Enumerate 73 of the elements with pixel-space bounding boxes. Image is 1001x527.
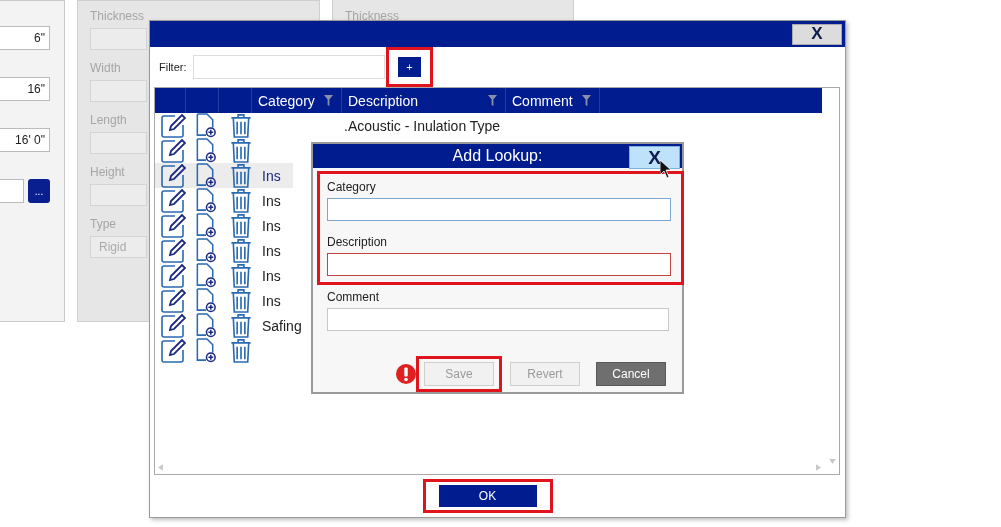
disabled-field — [90, 80, 147, 102]
table-cell: Ins — [262, 292, 281, 309]
field-label: Thickness — [90, 9, 145, 23]
trash-icon[interactable] — [228, 163, 254, 188]
field-label: Category — [327, 180, 377, 194]
edit-icon[interactable] — [160, 263, 186, 288]
trash-icon[interactable] — [228, 313, 254, 338]
table-cell: Ins — [262, 267, 281, 284]
dimension-field[interactable]: 6" — [0, 26, 50, 50]
trash-icon[interactable] — [228, 113, 254, 138]
edit-icon[interactable] — [160, 338, 186, 363]
table-row[interactable]: Ins — [155, 188, 293, 213]
trash-icon[interactable] — [228, 188, 254, 213]
trash-icon[interactable] — [228, 238, 254, 263]
table-cell: Ins — [262, 167, 281, 184]
disabled-field — [90, 184, 147, 206]
input-field[interactable] — [327, 253, 671, 276]
field-label: Description — [327, 235, 389, 249]
input-field[interactable] — [327, 308, 669, 331]
trash-icon[interactable] — [228, 263, 254, 288]
table-row[interactable]: .Acoustic - Inulation Type — [155, 113, 501, 138]
column-title: Description — [348, 92, 419, 109]
trash-icon[interactable] — [228, 213, 254, 238]
field-label: Width — [90, 61, 121, 75]
close-button[interactable]: X — [792, 23, 842, 45]
column-title: Comment — [512, 92, 573, 109]
edit-icon[interactable] — [160, 113, 186, 138]
table-cell: Ins — [262, 242, 281, 259]
dimension-field[interactable]: 16' 0" — [0, 128, 50, 152]
ok-button[interactable]: OK — [438, 485, 537, 507]
close-button[interactable]: X — [629, 146, 680, 169]
input-field[interactable] — [327, 198, 671, 221]
edit-icon[interactable] — [160, 288, 186, 313]
edit-icon[interactable] — [160, 313, 186, 338]
field-label: Type — [90, 217, 116, 231]
disabled-field — [90, 28, 147, 50]
input-field[interactable] — [0, 179, 24, 203]
table-cell: .Acoustic - Inulation Type — [344, 117, 501, 134]
disabled-field — [90, 132, 147, 154]
disabled-field: Rigid — [90, 236, 147, 258]
table-cell: Ins — [262, 217, 281, 234]
trash-icon[interactable] — [228, 338, 254, 363]
filter-icon[interactable] — [582, 95, 591, 106]
edit-icon[interactable] — [160, 163, 186, 188]
cursor-icon — [660, 160, 672, 178]
cancel-button[interactable]: Cancel — [596, 362, 666, 386]
table-row[interactable]: Ins — [155, 213, 293, 238]
table-row[interactable]: Safing — [155, 313, 314, 338]
table-cell: Ins — [262, 192, 281, 209]
field-label: Thickness — [345, 9, 400, 23]
field-label: Length — [90, 113, 127, 127]
trash-icon[interactable] — [228, 288, 254, 313]
edit-icon[interactable] — [160, 213, 186, 238]
add-button[interactable]: + — [398, 57, 421, 77]
table-cell: Safing — [262, 317, 302, 334]
field-label: Height — [90, 165, 125, 179]
filter-field[interactable] — [193, 55, 385, 79]
table-row[interactable]: Ins — [155, 288, 293, 313]
filter-icon[interactable] — [324, 95, 333, 106]
trash-icon[interactable] — [228, 138, 254, 163]
edit-icon[interactable] — [160, 238, 186, 263]
dialog-title: Add Lookup: — [452, 147, 543, 165]
edit-icon[interactable] — [160, 138, 186, 163]
table-row[interactable]: Ins — [155, 163, 293, 188]
field-label: Comment — [327, 290, 380, 304]
dimension-field[interactable]: 16" — [0, 77, 50, 101]
table-row[interactable]: Ins — [155, 238, 293, 263]
filter-icon[interactable] — [488, 95, 497, 106]
browse-button[interactable]: ... — [28, 179, 50, 203]
table-row[interactable]: Ins — [155, 263, 293, 288]
column-title: Category — [258, 92, 315, 109]
filter-label: Filter: — [159, 61, 188, 73]
edit-icon[interactable] — [160, 188, 186, 213]
